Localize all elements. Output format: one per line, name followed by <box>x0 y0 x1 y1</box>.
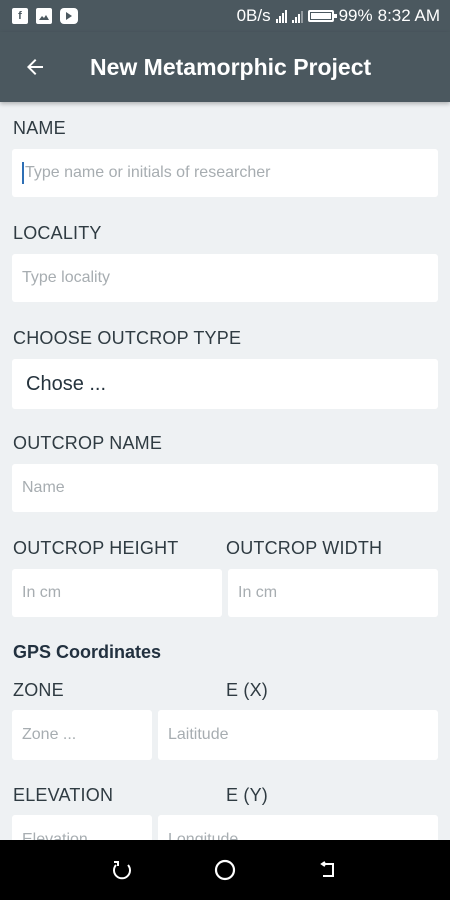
clock: 8:32 AM <box>377 6 440 25</box>
outcrop-height-input[interactable] <box>22 584 222 602</box>
youtube-icon <box>60 8 78 24</box>
system-nav-bar <box>0 840 450 900</box>
notification-icons: f <box>0 8 78 24</box>
elevation-field[interactable] <box>12 815 152 840</box>
ey-label: E (Y) <box>226 785 269 805</box>
battery-icon <box>307 10 337 22</box>
outcrop-name-field[interactable] <box>12 464 438 512</box>
outcrop-height-label: OUTCROP HEIGHT <box>13 538 179 558</box>
battery-percent: 99% <box>338 6 373 25</box>
name-label: NAME <box>13 118 66 138</box>
back-icon <box>320 861 335 877</box>
name-input[interactable] <box>25 164 438 182</box>
back-button[interactable] <box>0 32 70 102</box>
latitude-input[interactable] <box>168 726 438 744</box>
outcrop-width-input[interactable] <box>238 584 438 602</box>
arrow-left-icon <box>27 59 43 75</box>
outcrop-type-label: CHOOSE OUTCROP TYPE <box>13 328 242 348</box>
image-icon <box>36 8 52 24</box>
project-form: NAME LOCALITY CHOOSE OUTCROP TYPE Chose … <box>0 102 450 840</box>
cell-signal-icon <box>291 10 303 23</box>
zone-field[interactable] <box>12 710 152 760</box>
zone-label: ZONE <box>13 680 64 700</box>
locality-label: LOCALITY <box>13 223 102 243</box>
data-signal-icon <box>275 9 287 23</box>
app-bar: New Metamorphic Project <box>0 32 450 102</box>
gps-section-title: GPS Coordinates <box>13 642 162 662</box>
status-bar: f 0B/s 99% 8:32 AM <box>0 0 450 32</box>
longitude-field[interactable] <box>158 815 438 840</box>
outcrop-width-label: OUTCROP WIDTH <box>226 538 383 558</box>
outcrop-width-field[interactable] <box>228 569 438 617</box>
outcrop-type-select[interactable]: Chose ... <box>12 359 438 409</box>
name-field[interactable] <box>12 149 438 197</box>
outcrop-name-input[interactable] <box>22 479 438 497</box>
nav-back-button[interactable] <box>308 850 348 890</box>
facebook-icon: f <box>12 8 28 24</box>
outcrop-type-value: Chose ... <box>26 372 107 395</box>
recent-apps-icon <box>112 861 131 880</box>
longitude-input[interactable] <box>168 831 438 840</box>
recent-apps-button[interactable] <box>102 850 142 890</box>
locality-field[interactable] <box>12 254 438 302</box>
elevation-label: ELEVATION <box>13 785 114 805</box>
home-icon <box>214 859 236 881</box>
page-title: New Metamorphic Project <box>90 53 372 80</box>
outcrop-height-field[interactable] <box>12 569 222 617</box>
latitude-field[interactable] <box>158 710 438 760</box>
status-right: 0B/s 99% 8:32 AM <box>237 6 450 26</box>
elevation-input[interactable] <box>22 831 152 840</box>
outcrop-name-label: OUTCROP NAME <box>13 433 163 453</box>
text-cursor <box>22 162 24 184</box>
network-speed: 0B/s <box>236 6 271 25</box>
locality-input[interactable] <box>22 269 438 287</box>
zone-input[interactable] <box>22 726 152 744</box>
ex-label: E (X) <box>226 680 269 700</box>
home-button[interactable] <box>205 850 245 890</box>
